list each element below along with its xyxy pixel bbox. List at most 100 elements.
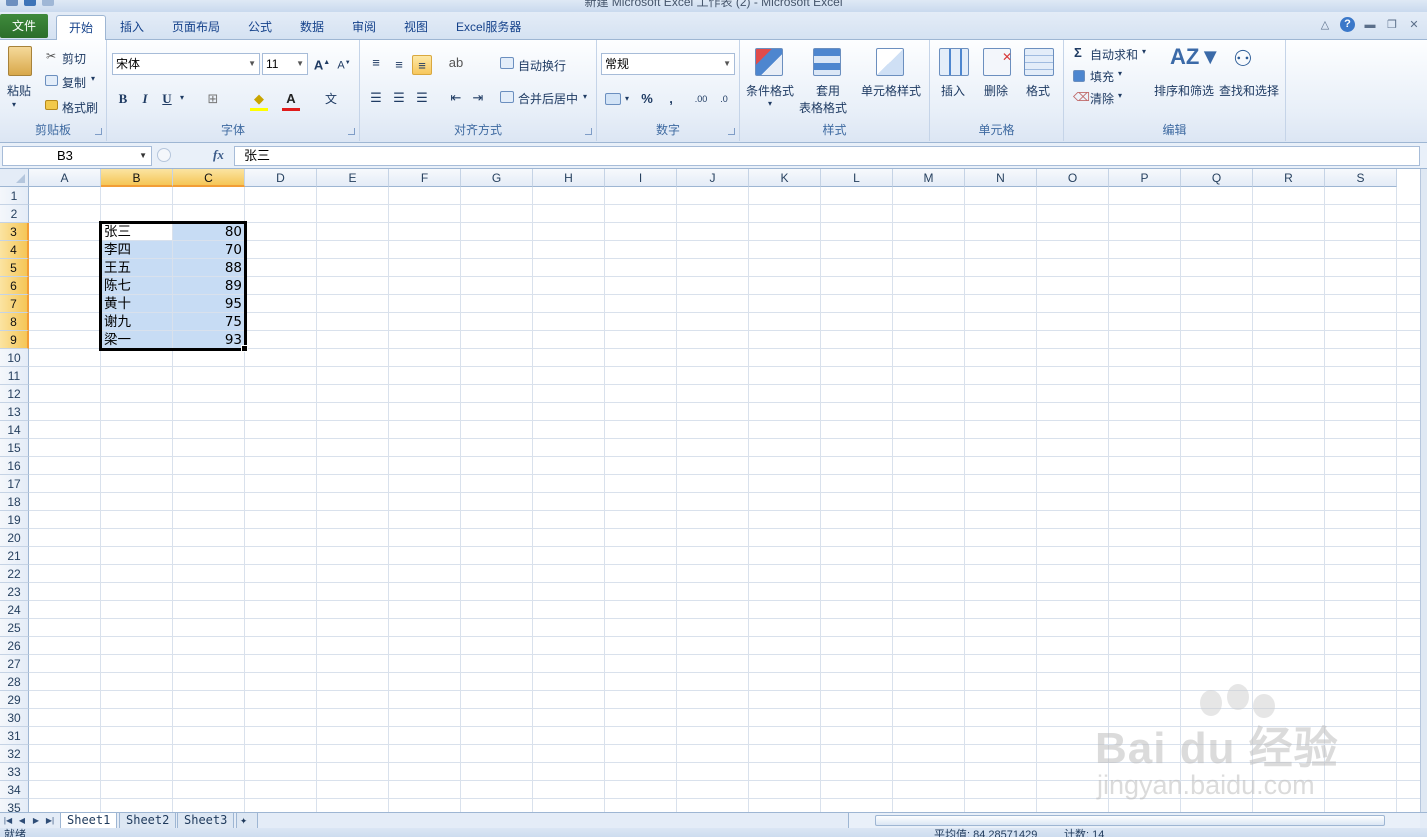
format-table-button-line2[interactable]: 表格格式 xyxy=(799,99,847,116)
name-box[interactable]: B3 ▼ xyxy=(2,146,152,166)
tab-file[interactable]: 文件 xyxy=(0,14,48,38)
prev-sheet-icon[interactable]: ◀ xyxy=(16,814,28,827)
font-name-select[interactable]: 宋体 ▼ xyxy=(112,53,260,75)
fill-dropdown-icon[interactable]: ▾ xyxy=(1118,69,1122,78)
column-header-e[interactable]: E xyxy=(317,169,389,187)
merge-center-button[interactable]: 合并后居中 xyxy=(518,90,578,107)
underline-icon[interactable]: U xyxy=(157,89,177,109)
sort-filter-button[interactable]: 排序和筛选 xyxy=(1154,82,1214,99)
find-select-button[interactable]: 查找和选择 xyxy=(1219,82,1279,99)
align-middle-icon[interactable]: ≡ xyxy=(389,55,409,75)
row-header-6[interactable]: 6 xyxy=(0,277,29,295)
tab-page-layout[interactable]: 页面布局 xyxy=(160,15,232,40)
paste-icon[interactable] xyxy=(8,46,32,76)
column-header-k[interactable]: K xyxy=(749,169,821,187)
formula-input[interactable]: 张三 xyxy=(234,146,1420,166)
column-header-f[interactable]: F xyxy=(389,169,461,187)
format-painter-button[interactable]: 格式刷 xyxy=(62,99,98,116)
row-header-35[interactable]: 35 xyxy=(0,799,29,812)
increase-decimal-icon[interactable]: .00 xyxy=(691,89,711,109)
column-header-o[interactable]: O xyxy=(1037,169,1109,187)
fill-handle[interactable] xyxy=(241,345,248,352)
row-header-2[interactable]: 2 xyxy=(0,205,29,223)
fill-button[interactable]: 填充 xyxy=(1090,68,1114,85)
align-left-icon[interactable]: ☰ xyxy=(366,88,386,108)
horizontal-scrollbar[interactable] xyxy=(848,813,1420,829)
column-header-j[interactable]: J xyxy=(677,169,749,187)
row-header-11[interactable]: 11 xyxy=(0,367,29,385)
column-header-c[interactable]: C xyxy=(173,169,245,187)
row-header-14[interactable]: 14 xyxy=(0,421,29,439)
format-table-button-line1[interactable]: 套用 xyxy=(816,82,840,99)
clear-dropdown-icon[interactable]: ▾ xyxy=(1118,91,1122,100)
help-icon[interactable]: ? xyxy=(1340,17,1355,32)
insert-cells-button[interactable]: 插入 xyxy=(941,82,965,99)
comma-button[interactable]: , xyxy=(661,89,681,109)
column-header-r[interactable]: R xyxy=(1253,169,1325,187)
align-center-icon[interactable]: ☰ xyxy=(389,88,409,108)
cut-button[interactable]: 剪切 xyxy=(62,50,86,67)
row-header-34[interactable]: 34 xyxy=(0,781,29,799)
number-format-select[interactable]: 常规 ▼ xyxy=(601,53,735,75)
tab-insert[interactable]: 插入 xyxy=(108,15,156,40)
row-header-32[interactable]: 32 xyxy=(0,745,29,763)
row-header-1[interactable]: 1 xyxy=(0,187,29,205)
font-launcher-icon[interactable] xyxy=(348,128,355,135)
cell-styles-button[interactable]: 单元格样式 xyxy=(861,82,921,99)
row-header-20[interactable]: 20 xyxy=(0,529,29,547)
shrink-font-icon[interactable]: A▼ xyxy=(334,53,354,73)
sheet-tab-3[interactable]: Sheet3 xyxy=(177,813,235,829)
row-header-9[interactable]: 9 xyxy=(0,331,29,349)
column-header-n[interactable]: N xyxy=(965,169,1037,187)
column-header-d[interactable]: D xyxy=(245,169,317,187)
worksheet-grid[interactable]: A B C D E F G H I J K L M N O P Q R S 1 2 3 4 5 6 7 8 9 10 11 12 13 14 15… xyxy=(0,169,1420,812)
autosum-dropdown-icon[interactable]: ▾ xyxy=(1142,47,1146,56)
paste-dropdown-icon[interactable]: ▾ xyxy=(12,100,16,109)
row-header-4[interactable]: 4 xyxy=(0,241,29,259)
italic-icon[interactable]: I xyxy=(135,89,155,109)
insert-function-icon[interactable]: fx xyxy=(213,147,224,163)
conditional-dropdown-icon[interactable]: ▾ xyxy=(768,99,772,108)
next-sheet-icon[interactable]: ▶ xyxy=(30,814,42,827)
row-header-18[interactable]: 18 xyxy=(0,493,29,511)
column-header-b[interactable]: B xyxy=(101,169,173,187)
align-bottom-icon[interactable]: ≡ xyxy=(412,55,432,75)
tab-formulas[interactable]: 公式 xyxy=(236,15,284,40)
first-sheet-icon[interactable]: |◀ xyxy=(2,814,14,827)
sheet-tab-2[interactable]: Sheet2 xyxy=(119,813,177,829)
copy-button[interactable]: 复制 xyxy=(62,74,86,91)
tab-view[interactable]: 视图 xyxy=(392,15,440,40)
delete-cells-button[interactable]: 删除 xyxy=(984,82,1008,99)
column-header-s[interactable]: S xyxy=(1325,169,1397,187)
format-cells-button[interactable]: 格式 xyxy=(1026,82,1050,99)
row-header-21[interactable]: 21 xyxy=(0,547,29,565)
row-header-30[interactable]: 30 xyxy=(0,709,29,727)
column-header-g[interactable]: G xyxy=(461,169,533,187)
row-header-27[interactable]: 27 xyxy=(0,655,29,673)
row-header-7[interactable]: 7 xyxy=(0,295,29,313)
row-header-5[interactable]: 5 xyxy=(0,259,29,277)
align-top-icon[interactable]: ≡ xyxy=(366,53,386,73)
row-header-3[interactable]: 3 xyxy=(0,223,29,241)
row-header-19[interactable]: 19 xyxy=(0,511,29,529)
row-header-16[interactable]: 16 xyxy=(0,457,29,475)
merge-dropdown-icon[interactable]: ▾ xyxy=(583,92,587,101)
row-header-23[interactable]: 23 xyxy=(0,583,29,601)
tab-data[interactable]: 数据 xyxy=(288,15,336,40)
percent-button[interactable]: % xyxy=(637,89,657,109)
vertical-scrollbar[interactable] xyxy=(1420,169,1427,812)
column-header-m[interactable]: M xyxy=(893,169,965,187)
wrap-text-button[interactable]: 自动换行 xyxy=(518,57,566,74)
underline-dropdown-icon[interactable]: ▾ xyxy=(180,93,184,102)
horizontal-scroll-thumb[interactable] xyxy=(875,815,1385,826)
row-header-33[interactable]: 33 xyxy=(0,763,29,781)
clear-button[interactable]: 清除 xyxy=(1090,90,1114,107)
minimize-icon[interactable]: ▬ xyxy=(1363,19,1377,31)
column-header-q[interactable]: Q xyxy=(1181,169,1253,187)
phonetic-icon[interactable]: 文 xyxy=(321,89,341,109)
row-header-12[interactable]: 12 xyxy=(0,385,29,403)
orientation-icon[interactable]: ab xyxy=(446,53,466,73)
font-size-select[interactable]: 11 ▼ xyxy=(262,53,308,75)
align-right-icon[interactable]: ☰ xyxy=(412,88,432,108)
row-header-8[interactable]: 8 xyxy=(0,313,29,331)
